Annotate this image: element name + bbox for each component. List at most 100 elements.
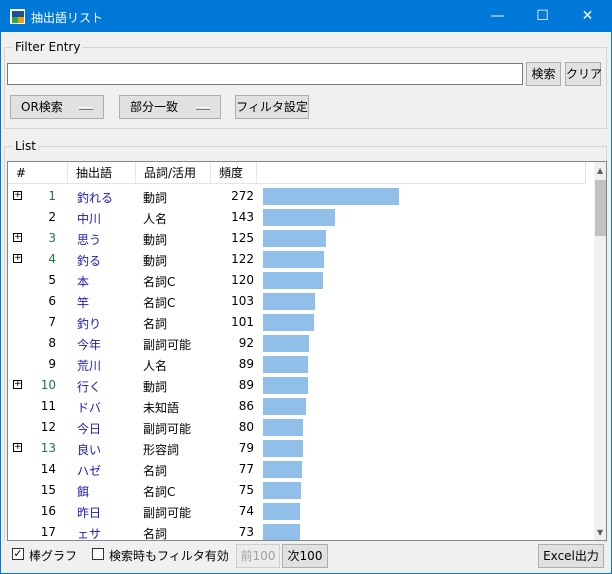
- row-word: ハゼ: [77, 464, 102, 478]
- list-row[interactable]: +3 思う 動詞 125: [8, 228, 588, 249]
- header-rank[interactable]: #: [8, 162, 68, 184]
- scroll-thumb[interactable]: [595, 180, 606, 236]
- close-button[interactable]: ✕: [565, 1, 610, 32]
- frequency-bar: [263, 398, 306, 415]
- row-rank: 1: [48, 189, 56, 203]
- header-bar: [257, 162, 586, 184]
- scroll-up-icon[interactable]: ▲: [597, 166, 603, 175]
- search-input[interactable]: [7, 63, 523, 85]
- word-list[interactable]: # 抽出語 品詞/活用 頻度 +1 釣れる 動詞 272 2 中川 人名 143 +3 思う 動詞 1…: [7, 161, 607, 541]
- list-row[interactable]: 5 本 名詞C 120: [8, 270, 588, 291]
- bar-graph-checkbox[interactable]: ✓: [12, 548, 24, 560]
- next-100-button[interactable]: 次100: [282, 544, 328, 568]
- row-pos: 動詞: [143, 380, 168, 394]
- vertical-scrollbar[interactable]: ▲ ▼: [594, 162, 606, 540]
- search-button[interactable]: 検索: [526, 62, 561, 86]
- row-pos: 副詞可能: [143, 422, 192, 436]
- row-word: 釣る: [77, 254, 102, 268]
- list-row[interactable]: 17 ェサ 名詞 73: [8, 522, 588, 541]
- list-row[interactable]: 8 今年 副詞可能 92: [8, 333, 588, 354]
- bar-graph-label[interactable]: 棒グラフ: [29, 547, 77, 564]
- row-frequency: 86: [238, 399, 254, 413]
- row-word: 釣れる: [77, 191, 114, 205]
- row-frequency: 75: [238, 483, 254, 497]
- list-row[interactable]: +10 行く 動詞 89: [8, 375, 588, 396]
- filter-on-search-label[interactable]: 検索時もフィルタ有効: [109, 547, 229, 564]
- expand-icon[interactable]: +: [13, 191, 22, 200]
- row-word: 荒川: [77, 359, 102, 373]
- row-rank: 11: [40, 399, 56, 413]
- row-rank: 17: [40, 525, 56, 539]
- minimize-button[interactable]: —: [475, 1, 520, 32]
- prev-100-button[interactable]: 前100: [236, 544, 280, 568]
- expand-icon[interactable]: +: [13, 380, 22, 389]
- search-mode-dropdown[interactable]: OR検索: [10, 95, 104, 119]
- filter-on-search-checkbox[interactable]: [92, 548, 104, 560]
- expand-icon[interactable]: +: [13, 254, 22, 263]
- row-pos: 副詞可能: [143, 506, 192, 520]
- row-frequency: 89: [238, 357, 254, 371]
- match-mode-dropdown[interactable]: 部分一致: [119, 95, 221, 119]
- row-frequency: 125: [231, 231, 254, 245]
- row-word: ドバ: [77, 401, 102, 415]
- row-frequency: 92: [238, 336, 254, 350]
- expand-icon[interactable]: +: [13, 443, 22, 452]
- row-frequency: 122: [231, 252, 254, 266]
- frequency-bar: [263, 335, 309, 352]
- list-row[interactable]: 15 餌 名詞C 75: [8, 480, 588, 501]
- list-row[interactable]: 14 ハゼ 名詞 77: [8, 459, 588, 480]
- row-rank: 6: [48, 294, 56, 308]
- list-row[interactable]: 11 ドバ 未知語 86: [8, 396, 588, 417]
- row-rank: 8: [48, 336, 56, 350]
- row-pos: 副詞可能: [143, 338, 192, 352]
- clear-button[interactable]: クリア: [565, 62, 602, 86]
- list-row[interactable]: 16 昨日 副詞可能 74: [8, 501, 588, 522]
- row-pos: 動詞: [143, 233, 168, 247]
- title-bar[interactable]: 抽出語リスト — ☐ ✕: [1, 1, 611, 32]
- list-row[interactable]: 6 竿 名詞C 103: [8, 291, 588, 312]
- frequency-bar: [263, 440, 303, 457]
- frequency-bar: [263, 293, 315, 310]
- row-rank: 5: [48, 273, 56, 287]
- row-rank: 4: [48, 252, 56, 266]
- row-pos: 名詞C: [143, 275, 176, 289]
- maximize-button[interactable]: ☐: [520, 1, 565, 32]
- row-word: ェサ: [77, 527, 102, 541]
- header-pos[interactable]: 品詞/活用: [136, 162, 211, 184]
- row-rank: 16: [40, 504, 56, 518]
- row-frequency: 143: [231, 210, 254, 224]
- frequency-bar: [263, 419, 303, 436]
- app-window: 抽出語リスト — ☐ ✕ Filter Entry 検索 クリア OR検索 部分…: [0, 0, 612, 574]
- dropdown-indicator-icon: [196, 107, 210, 110]
- list-row[interactable]: +4 釣る 動詞 122: [8, 249, 588, 270]
- expand-icon[interactable]: +: [13, 233, 22, 242]
- list-row[interactable]: +13 良い 形容詞 79: [8, 438, 588, 459]
- row-word: 行く: [77, 380, 102, 394]
- filter-legend: Filter Entry: [13, 40, 83, 54]
- list-row[interactable]: +1 釣れる 動詞 272: [8, 186, 588, 207]
- row-pos: 人名: [143, 212, 168, 226]
- list-row[interactable]: 7 釣り 名詞 101: [8, 312, 588, 333]
- row-frequency: 79: [238, 441, 254, 455]
- row-word: 釣り: [77, 317, 102, 331]
- header-frequency[interactable]: 頻度: [211, 162, 257, 184]
- row-rank: 12: [40, 420, 56, 434]
- frequency-bar: [263, 251, 324, 268]
- filter-settings-button[interactable]: フィルタ設定: [235, 95, 309, 119]
- frequency-bar: [263, 524, 300, 540]
- row-frequency: 74: [238, 504, 254, 518]
- row-rank: 10: [40, 378, 56, 392]
- excel-export-button[interactable]: Excel出力: [538, 544, 604, 568]
- list-row[interactable]: 9 荒川 人名 89: [8, 354, 588, 375]
- scroll-down-icon[interactable]: ▼: [597, 528, 603, 537]
- frequency-bar: [263, 230, 326, 247]
- row-rank: 2: [48, 210, 56, 224]
- frequency-bar: [263, 314, 314, 331]
- header-word[interactable]: 抽出語: [68, 162, 136, 184]
- list-row[interactable]: 12 今日 副詞可能 80: [8, 417, 588, 438]
- row-pos: 動詞: [143, 191, 168, 205]
- row-rank: 15: [40, 483, 56, 497]
- frequency-bar: [263, 209, 335, 226]
- list-row[interactable]: 2 中川 人名 143: [8, 207, 588, 228]
- frequency-bar: [263, 377, 308, 394]
